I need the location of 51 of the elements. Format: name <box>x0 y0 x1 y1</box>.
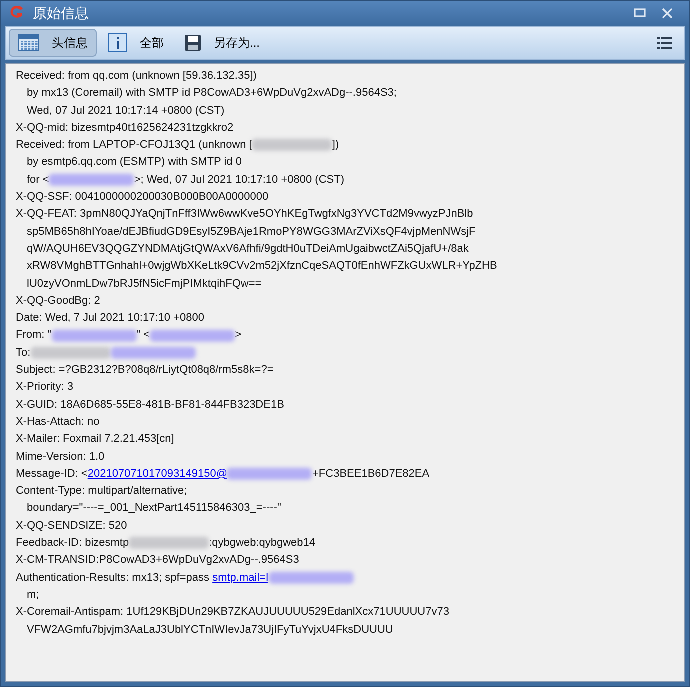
toolbar-button[interactable]: 另存为... <box>175 29 270 57</box>
header-text: xRW8VMghBTTGnhahl+0wjgWbXKeLtk9CVv2m52jXfznCqeSAQT0fEnhWFZkGUxWLR+YpZHB <box>27 260 498 272</box>
header-text: Authentication-Results: mx13; spf=pass <box>16 572 211 584</box>
maximize-icon[interactable] <box>634 8 646 18</box>
header-text: X-QQ-SENDSIZE: 520 <box>16 520 128 532</box>
header-text: :qybgweb:qybgweb14 <box>209 537 316 550</box>
header-text: Received: from LAPTOP-CFOJ13Q1 (unknown [ <box>16 139 252 152</box>
header-text: boundary="----=_001_NextPart145115846303_=----" <box>27 502 282 514</box>
header-text: by esmtp6.qq.com (ESMTP) with SMTP id 0 <box>27 156 242 168</box>
list-menu-icon[interactable] <box>657 36 673 50</box>
header-text: ]) <box>332 139 340 152</box>
header-text: > <box>235 329 242 342</box>
header-text: From: " <box>16 329 52 342</box>
header-text: " < <box>136 329 150 342</box>
header-text: Mime-Version: 1.0 <box>16 450 105 463</box>
info-icon <box>108 33 128 53</box>
header-text: Date: Wed, 7 Jul 2021 10:17:10 +0800 <box>16 312 204 324</box>
header-text: Wed, 07 Jul 2021 10:17:14 +0800 (CST) <box>27 104 225 117</box>
header-text: X-QQ-SSF: 0041000000200030B000B00A0000000 <box>16 191 269 204</box>
header-text: X-Mailer: Foxmail 7.2.21.453[cn] <box>16 433 174 446</box>
header-text: >; Wed, 07 Jul 2021 10:17:10 +0800 (CST) <box>134 174 344 186</box>
header-text: X-GUID: 18A6D685-55E8-481B-BF81-844FB323DE1B <box>16 398 284 411</box>
email-link[interactable]: smtp.mail=l <box>212 572 269 584</box>
header-text: To: <box>16 346 31 359</box>
toolbar-button[interactable]: 全部 <box>99 29 173 57</box>
header-text: X-Has-Attach: no <box>16 416 100 428</box>
calendar-icon <box>18 34 40 52</box>
header-text: X-CM-TRANSID:P8CowAD3+6WpDuVg2xvADg--.9564S3 <box>16 554 300 566</box>
header-text: Message-ID: < <box>16 468 88 480</box>
header-text: Feedback-ID: bizesmtp <box>16 537 130 550</box>
header-text: X-Priority: 3 <box>16 381 74 394</box>
header-text: Received: from qq.com (unknown [59.36.132.35]) <box>16 70 257 82</box>
header-text: X-Coremail-Antispam: 1Uf129KBjDUn29KB7ZKAUJUUUUU529EdanlXcx71UUUUU7v73 <box>16 606 450 618</box>
email-link[interactable]: 202107071017093149150@ <box>88 468 228 480</box>
close-icon[interactable] <box>662 8 673 18</box>
toolbar-button[interactable]: 头信息 <box>9 29 97 57</box>
header-text: +FC3BEE1B6D7E82EA <box>312 468 430 480</box>
header-text: VFW2AGmfu7bjvjm3AaLaJ3UblYCTnIWIevJa73UjIFyTuYvjxU4FksDUUUU <box>27 624 394 636</box>
header-text: lU0zyVOnmLDw7bRJ5fN5icFmjPIMktqihFQw== <box>27 278 262 290</box>
header-text: X-QQ-mid: bizesmtp40t1625624231tzgkkro2 <box>16 122 234 134</box>
header-text: X-QQ-FEAT: 3pmN80QJYaQnjTnFff3IWw6wwKve5OYhKEgTwgfxNg3YVCTd2M9vwyzPJnBlb <box>16 208 474 220</box>
header-text: Subject: =?GB2312?B?08q8/rLiytQt08q8/rm5s8k=?= <box>16 364 274 376</box>
header-text: for < <box>27 174 50 186</box>
header-text: X-QQ-GoodBg: 2 <box>16 294 100 307</box>
window-title: 原始信息 <box>33 4 89 22</box>
header-text: sp5MB65h8hIYoae/dEJBfiudGD9EsyI5Z9BAje1RmoPY8WGG3MArZViXsQF4vjpMenNWsjF <box>27 226 476 238</box>
header-text: Content-Type: multipart/alternative; <box>16 485 188 498</box>
header-text: m; <box>27 588 40 601</box>
app-logo-icon <box>9 6 25 20</box>
header-text: qW/AQUH6EV3QQGZYNDMAtjGtQWAxV6Afhfi/9gdtH0uTDeiAmUgaibwctZAi5QjafU+/8ak <box>27 242 469 255</box>
header-text: by mx13 (Coremail) with SMTP id P8CowAD3+6WpDuVg2xvADg--.9564S3; <box>27 87 397 100</box>
